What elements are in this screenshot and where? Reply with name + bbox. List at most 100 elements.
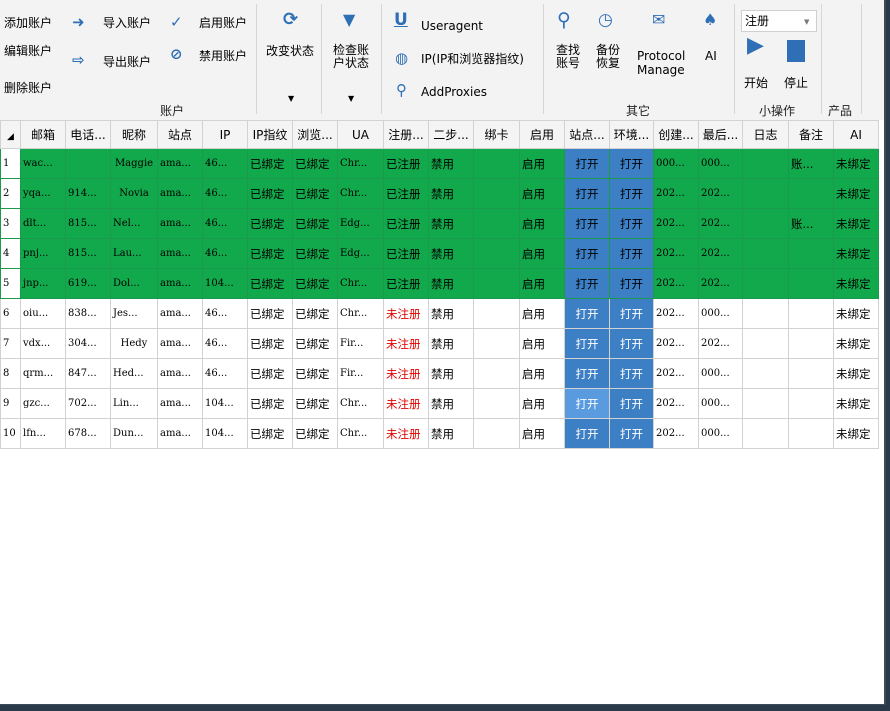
column-header[interactable]: 绑卡 xyxy=(473,120,520,149)
open-env-button[interactable]: 打开 xyxy=(609,328,654,359)
stop-button[interactable]: 停止 xyxy=(784,76,808,90)
table-row[interactable]: 4 pnj... 815... Lau... ama... 46... 已绑定 已绑定 Edg.… xyxy=(0,238,879,269)
table-row[interactable]: 8 qrm... 847... Hed... ama... 46... 已绑定 已绑定 Fir.… xyxy=(0,358,879,389)
column-header[interactable]: 环境... xyxy=(609,120,654,149)
protocol-manage-button[interactable]: Protocol Manage xyxy=(637,49,689,77)
open-env-button[interactable]: 打开 xyxy=(609,298,654,329)
cell-note xyxy=(788,418,834,449)
cell-nick: Lau... xyxy=(110,238,158,269)
column-header[interactable]: 创建... xyxy=(653,120,699,149)
column-header[interactable]: UA xyxy=(337,120,384,149)
column-header[interactable]: 注册... xyxy=(383,120,429,149)
row-number: 9 xyxy=(0,388,21,419)
column-header[interactable]: 启用 xyxy=(519,120,565,149)
table-row[interactable]: 2 yqa... 914... Novia ama... 46... 已绑定 已绑定 Chr..… xyxy=(0,178,879,209)
cell-ua: Chr... xyxy=(337,298,384,329)
start-button[interactable]: 开始 xyxy=(744,76,768,90)
cell-ip: 46... xyxy=(202,298,248,329)
table-row[interactable]: 3 dlt... 815... Nel... ama... 46... 已绑定 已绑定 Edg.… xyxy=(0,208,879,239)
row-number: 5 xyxy=(0,268,21,299)
open-site-button[interactable]: 打开 xyxy=(564,238,610,269)
cell-nick: Dol... xyxy=(110,268,158,299)
open-site-button[interactable]: 打开 xyxy=(564,148,610,179)
open-site-button[interactable]: 打开 xyxy=(564,358,610,389)
cell-enabled: 启用 xyxy=(519,298,565,329)
find-account-button[interactable]: 查找账号 xyxy=(556,44,582,70)
table-row[interactable]: 10 lfn... 678... Dun... ama... 104... 已绑定 已绑定 Ch… xyxy=(0,418,879,449)
column-header[interactable]: AI xyxy=(833,120,879,149)
table-row[interactable]: 1 wac... Maggie ama... 46... 已绑定 已绑定 Chr... 已注册禁… xyxy=(0,148,879,179)
delete-account-button[interactable]: 删除账户 xyxy=(4,81,52,95)
column-header[interactable]: 站点 xyxy=(157,120,203,149)
table-row[interactable]: 9 gzc... 702... Lin... ama... 104... 已绑定 已绑定 Chr… xyxy=(0,388,879,419)
open-site-button[interactable]: 打开 xyxy=(564,178,610,209)
cell-ip: 46... xyxy=(202,178,248,209)
open-site-button[interactable]: 打开 xyxy=(564,328,610,359)
table-row[interactable]: 6 oiu... 838... Jes... ama... 46... 已绑定 已绑定 Chr.… xyxy=(0,298,879,329)
cell-twostep: 禁用 xyxy=(428,358,474,389)
disable-account-button[interactable]: 禁用账户 xyxy=(199,49,247,63)
open-site-button[interactable]: 打开 xyxy=(564,268,610,299)
register-select[interactable]: 注册 ▼ xyxy=(741,10,817,32)
add-account-button[interactable]: 添加账户 xyxy=(4,16,52,30)
play-icon: ▶ xyxy=(747,33,764,58)
open-env-button[interactable]: 打开 xyxy=(609,178,654,209)
column-header[interactable]: 站点... xyxy=(564,120,610,149)
cell-email: wac... xyxy=(20,148,66,179)
column-header[interactable]: 电话... xyxy=(65,120,111,149)
location-pin-icon: ⚲ xyxy=(396,81,407,99)
cell-ipfp: 已绑定 xyxy=(247,358,293,389)
open-env-button[interactable]: 打开 xyxy=(609,388,654,419)
ip-fingerprint-button[interactable]: IP(IP和浏览器指纹) xyxy=(421,52,524,66)
cell-ip: 46... xyxy=(202,238,248,269)
column-header[interactable]: 备注 xyxy=(788,120,834,149)
table-row[interactable]: 5 jnp... 619... Dol... ama... 104... 已绑定 已绑定 Chr… xyxy=(0,268,879,299)
cell-browser: 已绑定 xyxy=(292,388,338,419)
open-env-button[interactable]: 打开 xyxy=(609,148,654,179)
export-account-button[interactable]: 导出账户 xyxy=(103,55,151,69)
column-header[interactable]: 二步... xyxy=(428,120,474,149)
open-site-button[interactable]: 打开 xyxy=(564,208,610,239)
chevron-down-icon[interactable]: ▼ xyxy=(288,92,294,106)
cell-ai: 未绑定 xyxy=(833,418,879,449)
column-header[interactable]: IP xyxy=(202,120,248,149)
column-header[interactable]: 昵称 xyxy=(110,120,158,149)
cell-twostep: 禁用 xyxy=(428,208,474,239)
column-header[interactable]: 邮箱 xyxy=(20,120,66,149)
app-window: 添加账户 编辑账户 删除账户 ➜ 导入账户 ⇨ 导出账户 ✓ 启用账户 ⊘ 禁用… xyxy=(0,0,886,705)
useragent-button[interactable]: Useragent xyxy=(421,19,483,33)
column-header[interactable]: 浏览... xyxy=(292,120,338,149)
chevron-down-icon[interactable]: ▼ xyxy=(348,92,354,106)
open-env-button[interactable]: 打开 xyxy=(609,208,654,239)
check-status-button[interactable]: 检查账户状态 xyxy=(330,44,372,70)
register-select-value: 注册 xyxy=(745,14,770,28)
add-proxies-button[interactable]: AddProxies xyxy=(421,85,487,99)
ai-button[interactable]: AI xyxy=(705,49,717,63)
open-env-button[interactable]: 打开 xyxy=(609,418,654,449)
cell-enabled: 启用 xyxy=(519,358,565,389)
corner-cell[interactable]: ◢ xyxy=(0,120,21,149)
column-header[interactable]: 最后... xyxy=(698,120,743,149)
open-site-button[interactable]: 打开 xyxy=(564,388,610,419)
import-account-button[interactable]: 导入账户 xyxy=(103,16,151,30)
enable-account-button[interactable]: 启用账户 xyxy=(199,16,247,30)
table-row[interactable]: 7 vdx... 304... Hedy ama... 46... 已绑定 已绑定 Fir...… xyxy=(0,328,879,359)
open-env-button[interactable]: 打开 xyxy=(609,238,654,269)
cell-site: ama... xyxy=(157,238,203,269)
open-env-button[interactable]: 打开 xyxy=(609,358,654,389)
open-site-button[interactable]: 打开 xyxy=(564,418,610,449)
column-header[interactable]: 日志 xyxy=(742,120,789,149)
backup-restore-button[interactable]: 备份恢复 xyxy=(596,44,622,70)
cell-ip: 104... xyxy=(202,388,248,419)
open-site-button[interactable]: 打开 xyxy=(564,298,610,329)
open-env-button[interactable]: 打开 xyxy=(609,268,654,299)
cell-nick: Hed... xyxy=(110,358,158,389)
underline-icon: U xyxy=(394,10,408,30)
change-status-button[interactable]: 改变状态 xyxy=(266,44,314,58)
cell-reg: 已注册 xyxy=(383,148,429,179)
ribbon-separator xyxy=(861,4,862,114)
column-header[interactable]: IP指纹 xyxy=(247,120,293,149)
cell-twostep: 禁用 xyxy=(428,148,474,179)
edit-account-button[interactable]: 编辑账户 xyxy=(4,44,52,58)
row-number: 7 xyxy=(0,328,21,359)
